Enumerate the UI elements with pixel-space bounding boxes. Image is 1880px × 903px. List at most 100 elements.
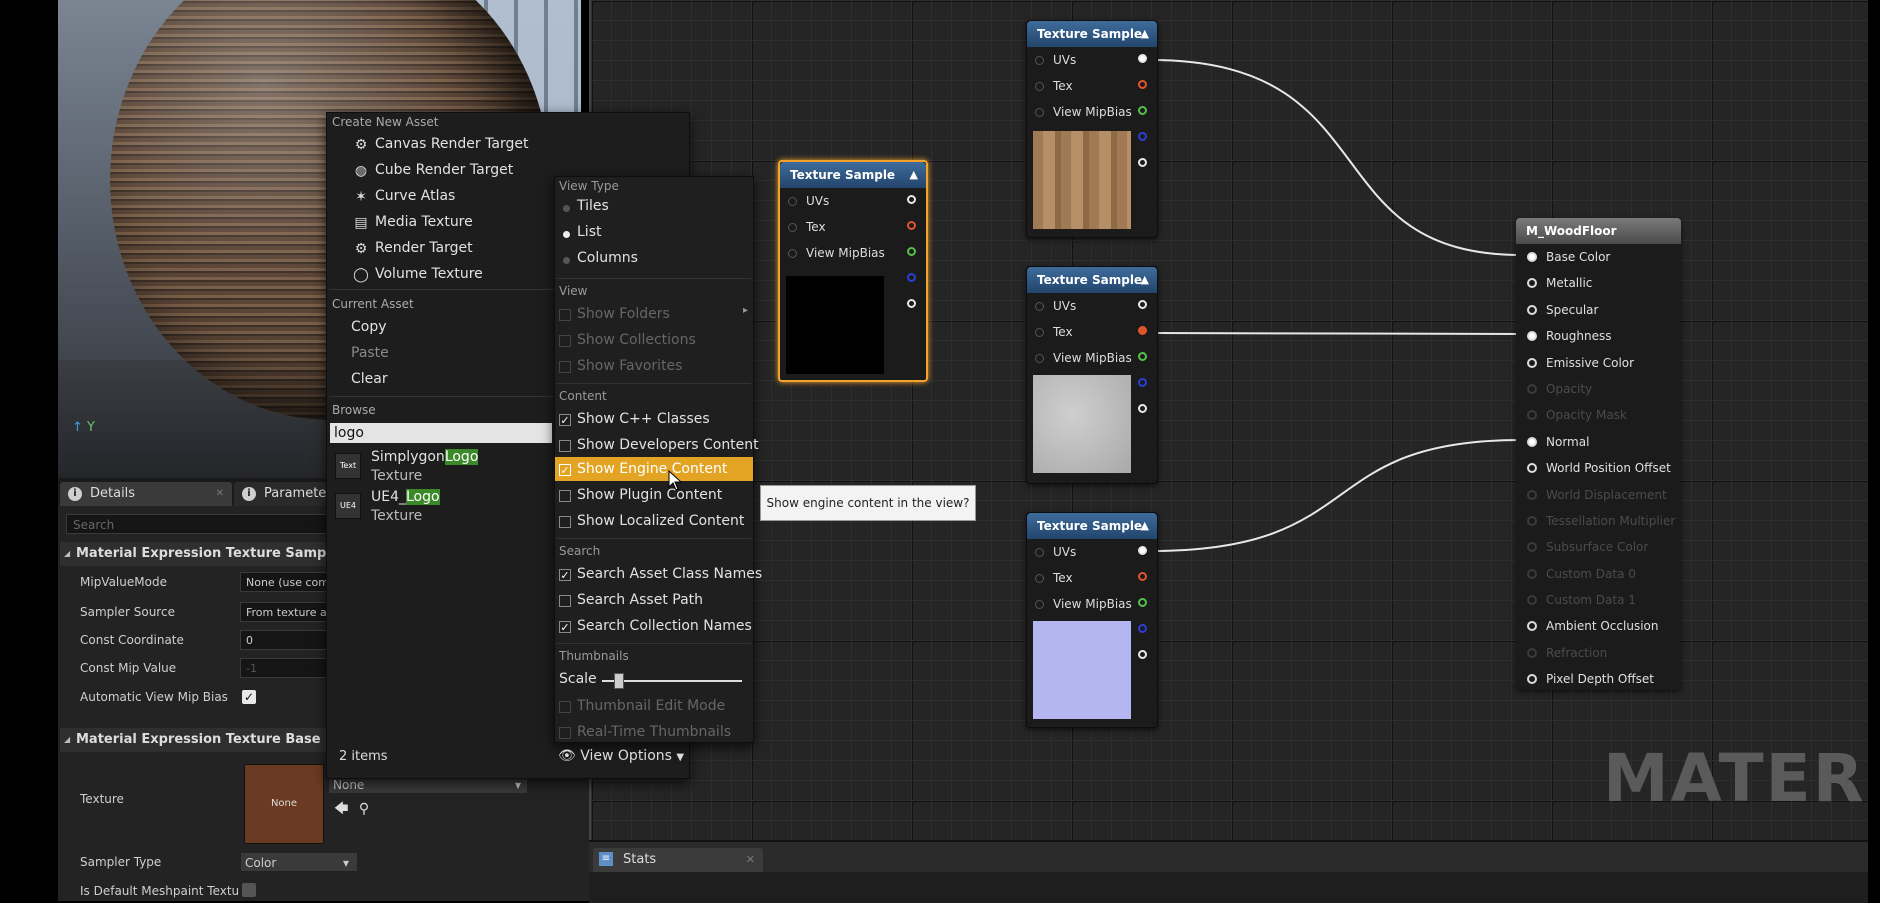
pin-in-icon[interactable] bbox=[1035, 302, 1044, 311]
pin-view-mipbias[interactable]: View MipBias bbox=[1027, 591, 1157, 617]
collapse-icon[interactable]: ▲ bbox=[1141, 267, 1149, 293]
pin-in-icon[interactable] bbox=[1527, 357, 1537, 368]
node-title[interactable]: Texture Sample ▲ bbox=[1027, 21, 1157, 47]
result-pin-roughness[interactable]: Roughness bbox=[1516, 323, 1681, 349]
pin-uvs[interactable]: UVs bbox=[1027, 539, 1157, 565]
asset-result-row[interactable]: Text SimplygonLogo Texture bbox=[327, 447, 553, 487]
menu-item-show-developers-content[interactable]: Show Developers Content bbox=[577, 437, 759, 453]
pin-out-r-icon[interactable] bbox=[907, 221, 916, 230]
pin-tex[interactable]: Tex bbox=[1027, 73, 1157, 99]
checkbox-icon[interactable] bbox=[559, 309, 571, 321]
checkbox-icon[interactable] bbox=[559, 516, 571, 528]
checkbox-icon[interactable] bbox=[559, 440, 571, 452]
pin-in-icon[interactable] bbox=[1527, 278, 1537, 289]
pin-in-icon[interactable] bbox=[1035, 82, 1044, 91]
menu-item-curve-atlas[interactable]: Curve Atlas bbox=[375, 188, 455, 204]
view-options-button[interactable]: 👁 View Options ▼ bbox=[558, 748, 684, 764]
result-pin-metallic[interactable]: Metallic bbox=[1516, 270, 1681, 296]
pin-out-g-icon[interactable] bbox=[1138, 352, 1147, 361]
collapse-icon[interactable]: ▲ bbox=[910, 162, 918, 188]
asset-result-row[interactable]: UE4 UE4_Logo Texture bbox=[327, 487, 553, 527]
pin-out-a-icon[interactable] bbox=[907, 299, 916, 308]
pin-view-mipbias[interactable]: View MipBias bbox=[1027, 345, 1157, 371]
close-icon[interactable]: ✕ bbox=[746, 848, 755, 872]
menu-item-show-cpp-classes[interactable]: Show C++ Classes bbox=[577, 411, 710, 427]
texture-sample-node[interactable]: Texture Sample ▲ UVs Tex View MipBias bbox=[1026, 266, 1158, 484]
pin-out-rgb-icon[interactable] bbox=[1138, 54, 1147, 63]
texture-thumbnail[interactable]: None bbox=[244, 764, 324, 844]
menu-item-copy[interactable]: Copy bbox=[351, 319, 387, 335]
menu-item-search-collection-names[interactable]: Search Collection Names bbox=[577, 618, 752, 634]
pin-out-a-icon[interactable] bbox=[1138, 404, 1147, 413]
pin-uvs[interactable]: UVs bbox=[1027, 293, 1157, 319]
pin-in-icon[interactable] bbox=[1035, 574, 1044, 583]
result-node-title[interactable]: M_WoodFloor bbox=[1516, 218, 1681, 244]
pin-in-icon[interactable] bbox=[1527, 674, 1537, 685]
menu-item-show-favorites[interactable]: Show Favorites bbox=[577, 358, 682, 374]
result-pin-ambient-occlusion[interactable]: Ambient Occlusion bbox=[1516, 613, 1681, 639]
collapse-icon[interactable]: ▲ bbox=[1141, 21, 1149, 47]
pin-out-rgb-icon[interactable] bbox=[1138, 546, 1147, 555]
menu-item-show-plugin-content[interactable]: Show Plugin Content bbox=[577, 487, 722, 503]
checkbox-icon[interactable] bbox=[559, 595, 571, 607]
pin-in-icon[interactable] bbox=[1527, 331, 1537, 342]
pin-view-mipbias[interactable]: View MipBias bbox=[1027, 99, 1157, 125]
result-pin-specular[interactable]: Specular bbox=[1516, 297, 1681, 323]
material-result-node[interactable]: M_WoodFloor Base Color Metallic Specular… bbox=[1516, 218, 1681, 690]
pin-in-icon[interactable] bbox=[1527, 304, 1537, 315]
checkbox-checked-icon[interactable]: ✓ bbox=[559, 464, 571, 476]
pin-out-a-icon[interactable] bbox=[1138, 158, 1147, 167]
browse-search-icon[interactable]: ⚲ bbox=[359, 801, 369, 817]
menu-item-real-time-thumbnails[interactable]: Real-Time Thumbnails bbox=[577, 724, 731, 740]
checkbox-icon[interactable] bbox=[559, 701, 571, 713]
pin-in-icon[interactable] bbox=[1035, 108, 1044, 117]
pin-in-icon[interactable] bbox=[788, 249, 797, 258]
menu-item-cube-render-target[interactable]: Cube Render Target bbox=[375, 162, 513, 178]
pin-in-icon[interactable] bbox=[1527, 436, 1537, 447]
result-pin-pixel-depth-offset[interactable]: Pixel Depth Offset bbox=[1516, 666, 1681, 692]
auto-view-mip-bias-checkbox[interactable]: ✓ bbox=[242, 690, 256, 704]
radio-selected-icon[interactable] bbox=[563, 231, 570, 238]
result-pin-normal[interactable]: Normal bbox=[1516, 429, 1681, 455]
result-pin-world-position-offset[interactable]: World Position Offset bbox=[1516, 455, 1681, 481]
pin-in-icon[interactable] bbox=[1035, 548, 1044, 557]
pin-uvs[interactable]: UVs bbox=[780, 188, 926, 214]
pin-out-g-icon[interactable] bbox=[1138, 106, 1147, 115]
thumbnail-scale-slider-handle[interactable] bbox=[614, 673, 624, 689]
pin-in-icon[interactable] bbox=[788, 197, 797, 206]
checkbox-checked-icon[interactable]: ✓ bbox=[559, 569, 571, 581]
pin-tex[interactable]: Tex bbox=[780, 214, 926, 240]
texture-sample-node[interactable]: Texture Sample ▲ UVs Tex View MipBias bbox=[1026, 20, 1158, 238]
pin-out-b-icon[interactable] bbox=[1138, 132, 1147, 141]
pin-in-icon[interactable] bbox=[1527, 621, 1537, 632]
radio-icon[interactable] bbox=[563, 257, 570, 264]
is-default-meshpaint-checkbox[interactable] bbox=[242, 883, 256, 897]
radio-icon[interactable] bbox=[563, 205, 570, 212]
pin-out-r-icon[interactable] bbox=[1138, 572, 1147, 581]
sampler-type-combo[interactable]: Color bbox=[240, 852, 358, 873]
pin-out-rgb-icon[interactable] bbox=[907, 195, 916, 204]
pin-in-icon[interactable] bbox=[788, 223, 797, 232]
pin-out-b-icon[interactable] bbox=[1138, 378, 1147, 387]
tab-details[interactable]: i Details ✕ bbox=[60, 482, 232, 506]
menu-item-show-localized-content[interactable]: Show Localized Content bbox=[577, 513, 744, 529]
menu-item-show-collections[interactable]: Show Collections bbox=[577, 332, 696, 348]
tab-stats[interactable]: ≡ Stats ✕ bbox=[593, 848, 763, 872]
material-graph[interactable]: Texture Sample ▲ UVs Tex View MipBias Tex… bbox=[589, 0, 1870, 840]
menu-item-show-engine-content[interactable]: Show Engine Content bbox=[577, 461, 727, 477]
node-title[interactable]: Texture Sample ▲ bbox=[1027, 513, 1157, 539]
texture-sample-node[interactable]: Texture Sample ▲ UVs Tex View MipBias bbox=[1026, 512, 1158, 728]
pin-in-icon[interactable] bbox=[1527, 463, 1537, 474]
view-type-tiles[interactable]: Tiles bbox=[577, 198, 609, 214]
menu-item-thumbnail-edit-mode[interactable]: Thumbnail Edit Mode bbox=[577, 698, 725, 714]
texture-sample-node-selected[interactable]: Texture Sample ▲ UVs Tex View MipBias bbox=[778, 160, 928, 382]
node-title[interactable]: Texture Sample ▲ bbox=[1027, 267, 1157, 293]
menu-item-search-asset-class-names[interactable]: Search Asset Class Names bbox=[577, 566, 762, 582]
pin-view-mipbias[interactable]: View MipBias bbox=[780, 240, 926, 266]
checkbox-icon[interactable] bbox=[559, 361, 571, 373]
checkbox-icon[interactable] bbox=[559, 727, 571, 739]
menu-item-show-folders[interactable]: Show Folders bbox=[577, 306, 670, 322]
menu-item-clear[interactable]: Clear bbox=[351, 371, 388, 387]
pin-out-r-icon[interactable] bbox=[1138, 80, 1147, 89]
checkbox-icon[interactable] bbox=[559, 335, 571, 347]
